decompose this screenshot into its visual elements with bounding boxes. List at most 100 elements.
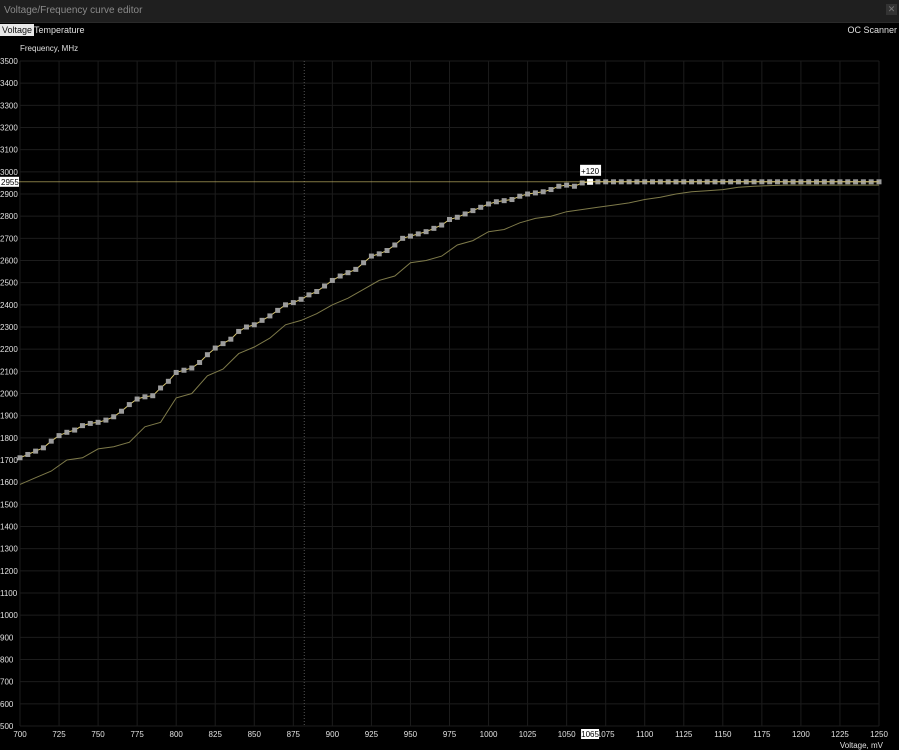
curve-point	[540, 189, 546, 195]
x-tick-label: 725	[52, 730, 66, 739]
curve-point	[454, 214, 460, 220]
curve-point	[478, 204, 484, 210]
curve-point	[72, 427, 78, 433]
curve-point	[111, 414, 117, 420]
x-tick-label: 875	[287, 730, 301, 739]
y-tick-label: 2100	[0, 367, 18, 376]
vf-curve-chart[interactable]: 500 600 700 800 900 1000 1100 1200 1300 1400 1500 1…	[0, 0, 899, 750]
y-tick-label: 2500	[0, 279, 18, 288]
curve-point	[197, 359, 203, 365]
curve-point	[134, 396, 140, 402]
y-tick-label: 2900	[0, 190, 18, 199]
y-tick-label: 600	[0, 700, 14, 709]
curve-point	[267, 313, 273, 319]
y-tick-label: 1500	[0, 500, 18, 509]
curve-point	[579, 180, 585, 186]
x-tick-label: 800	[170, 730, 184, 739]
curve-point	[236, 328, 242, 334]
x-tick-label: 900	[326, 730, 340, 739]
offset-label: +120	[581, 167, 600, 176]
curve-point	[165, 378, 171, 384]
y-tick-label: 3100	[0, 146, 18, 155]
curve-point	[56, 433, 62, 439]
y-tick-label: 2300	[0, 323, 18, 332]
y-highlight-label: 2955	[1, 178, 19, 187]
curve-point	[189, 365, 195, 371]
y-tick-label: 1800	[0, 434, 18, 443]
curve-point	[126, 402, 132, 408]
curve-point	[361, 260, 367, 266]
y-tick-label: 3300	[0, 101, 18, 110]
curve-point	[501, 198, 507, 204]
curve-point	[228, 336, 234, 342]
y-tick-label: 1000	[0, 611, 18, 620]
curve-point	[290, 300, 296, 306]
y-tick-label: 3400	[0, 79, 18, 88]
y-tick-label: 1700	[0, 456, 18, 465]
curve-point	[439, 222, 445, 228]
curve-point	[243, 324, 249, 330]
curve-point	[314, 289, 320, 295]
x-tick-label: 925	[365, 730, 379, 739]
x-tick-label: 1175	[753, 730, 771, 739]
curve-point	[368, 253, 374, 259]
curve-point	[447, 216, 452, 222]
curve-point	[509, 197, 515, 203]
y-tick-label: 1400	[0, 523, 18, 532]
curve-point	[470, 208, 476, 214]
curve-point	[493, 199, 499, 205]
x-tick-label: 975	[443, 730, 457, 739]
curve-point	[40, 445, 46, 451]
curve-point	[275, 307, 281, 313]
y-tick-label: 2200	[0, 345, 18, 354]
curve-point	[517, 193, 523, 199]
curve-point	[532, 190, 538, 196]
curve-point	[212, 345, 218, 351]
y-tick-label: 1900	[0, 412, 18, 421]
x-tick-label: 950	[404, 730, 418, 739]
y-tick-label: 2700	[0, 234, 18, 243]
curve-point	[384, 248, 390, 254]
curve-point	[322, 283, 328, 289]
x-tick-label: 1075	[597, 730, 615, 739]
curve-point	[423, 229, 429, 235]
y-tick-label: 900	[0, 633, 14, 642]
curve-point	[259, 317, 265, 323]
y-tick-label: 1300	[0, 545, 18, 554]
curve-point	[87, 420, 93, 426]
curve-point	[150, 393, 156, 399]
y-tick-label: 2000	[0, 390, 18, 399]
x-axis-label: Voltage, mV	[839, 741, 883, 750]
y-tick-label: 1600	[0, 478, 18, 487]
curve-point	[415, 231, 421, 237]
curve-point	[525, 191, 531, 197]
x-tick-label: 1125	[675, 730, 693, 739]
curve-point	[119, 408, 125, 414]
x-tick-label: 750	[91, 730, 105, 739]
curve-point	[548, 187, 554, 193]
curve-point	[64, 429, 70, 435]
curve-point	[181, 367, 187, 373]
x-tick-label: 775	[130, 730, 144, 739]
curve-point	[564, 182, 570, 188]
y-axis-label: Frequency, MHz	[20, 44, 79, 53]
x-tick-label: 1100	[636, 730, 654, 739]
x-tick-label: 1200	[792, 730, 810, 739]
curve-point	[79, 423, 85, 429]
curve-point	[33, 448, 39, 454]
curve-point	[173, 369, 179, 375]
y-tick-label: 2800	[0, 212, 18, 221]
curve-point	[486, 201, 492, 207]
x-tick-label: 850	[248, 730, 262, 739]
curve-point	[400, 235, 406, 241]
curve-point	[158, 385, 164, 391]
curve-point	[329, 277, 335, 283]
curve-point	[353, 266, 359, 272]
y-tick-label: 700	[0, 678, 14, 687]
curve-point	[337, 273, 343, 279]
y-tick-label: 2400	[0, 301, 18, 310]
y-tick-label: 500	[0, 722, 14, 731]
curve-point	[17, 455, 23, 461]
y-tick-label: 2600	[0, 257, 18, 266]
curve-point	[283, 302, 289, 308]
